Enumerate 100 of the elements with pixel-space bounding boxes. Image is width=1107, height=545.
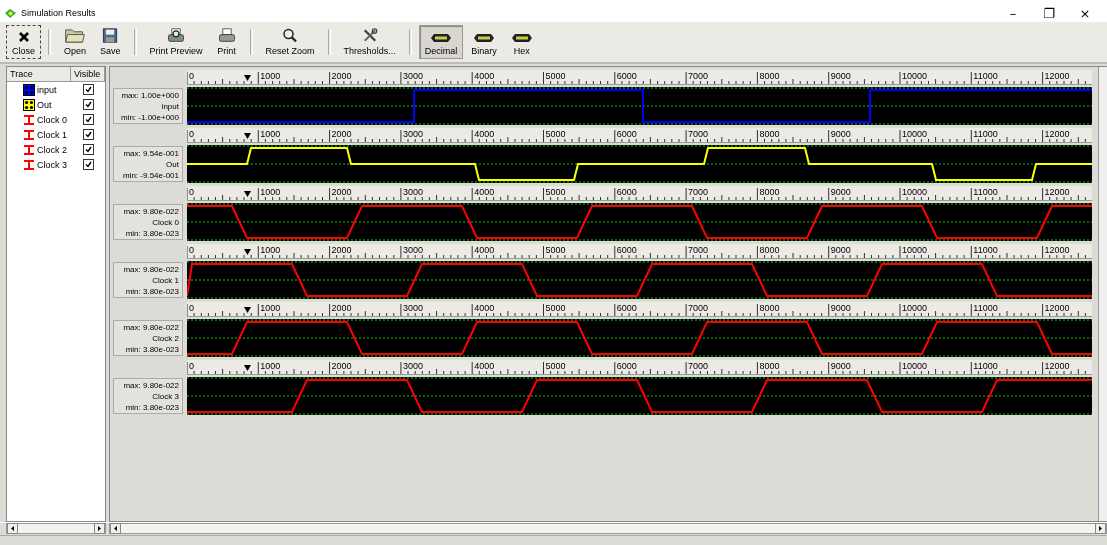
- ruler-label: 4000: [473, 129, 495, 139]
- column-header[interactable]: Trace: [7, 67, 71, 82]
- close-button[interactable]: ×: [1069, 5, 1101, 21]
- toolbar-button[interactable]: Reset Zoom: [259, 25, 321, 59]
- toolbar-button[interactable]: Binary: [465, 25, 503, 59]
- ruler-label: 6000: [615, 303, 637, 313]
- trace-name[interactable]: Clock 2: [37, 144, 67, 155]
- ruler-label: 10000: [901, 187, 928, 197]
- ruler-label: 2000: [330, 303, 352, 313]
- ruler-label: 2000: [330, 187, 352, 197]
- ruler-label: 5000: [544, 71, 566, 81]
- ruler-label: 0: [188, 303, 194, 313]
- ruler-label: 8000: [758, 361, 780, 371]
- scroll-left-icon[interactable]: [110, 523, 121, 534]
- toolbar-button[interactable]: Hex: [504, 25, 539, 59]
- max-value: max: 9.80e-022: [123, 205, 179, 217]
- min-value: min: 3.80e-023: [125, 285, 179, 297]
- visible-checkbox[interactable]: [82, 99, 94, 110]
- visible-checkbox[interactable]: [82, 114, 94, 125]
- ruler-label: 10000: [901, 245, 928, 255]
- ruler-label: 9000: [829, 71, 851, 81]
- ruler-label: 4000: [473, 361, 495, 371]
- ruler-label: 7000: [687, 71, 709, 81]
- ruler-label: 12000: [1043, 129, 1070, 139]
- chip-icon: [510, 33, 533, 43]
- column-header[interactable]: Visible: [71, 67, 105, 82]
- ruler-label: 12000: [1043, 303, 1070, 313]
- ruler-label: 4000: [473, 303, 495, 313]
- visible-checkbox[interactable]: [82, 129, 94, 140]
- ruler-label: 5000: [544, 303, 566, 313]
- ruler-label: 3000: [401, 245, 423, 255]
- ruler-label: 10000: [901, 129, 928, 139]
- ruler-label: 3000: [401, 187, 423, 197]
- ruler-label: 5000: [544, 361, 566, 371]
- ruler-label: 8000: [758, 187, 780, 197]
- ruler-label: 5000: [544, 187, 566, 197]
- ruler-label: 6000: [615, 71, 637, 81]
- ruler-label: 9000: [829, 303, 851, 313]
- minimize-button[interactable]: –: [997, 5, 1029, 21]
- ruler-label: 9000: [829, 129, 851, 139]
- trace-name[interactable]: input: [37, 84, 57, 95]
- marker-icon[interactable]: [244, 75, 251, 81]
- ruler-label: 3000: [401, 303, 423, 313]
- marker-icon[interactable]: [244, 365, 251, 371]
- visible-checkbox[interactable]: [82, 159, 94, 170]
- scroll-right-icon[interactable]: [1095, 523, 1106, 534]
- ruler-label: 7000: [687, 303, 709, 313]
- ruler-label: 0: [188, 245, 194, 255]
- scroll-left-icon[interactable]: [7, 523, 18, 534]
- marker-icon[interactable]: [244, 133, 251, 139]
- ruler-label: 11000: [972, 245, 998, 255]
- restore-button[interactable]: ❐: [1033, 5, 1065, 21]
- visible-checkbox[interactable]: [82, 144, 94, 155]
- ruler-label: 2000: [330, 129, 352, 139]
- trace-name: Out: [166, 158, 179, 170]
- ruler-label: 11000: [972, 71, 998, 81]
- ruler-label: 0: [188, 187, 194, 197]
- toolbar-button[interactable]: Print: [210, 25, 243, 59]
- toolbar-button[interactable]: Decimal: [418, 25, 464, 59]
- ruler-label: 10000: [901, 71, 928, 81]
- app-icon: [4, 7, 17, 19]
- printer-icon: [216, 28, 237, 43]
- toolbar-button[interactable]: Open: [58, 25, 93, 59]
- scroll-right-icon[interactable]: [94, 523, 105, 534]
- ruler-label: 6000: [615, 129, 637, 139]
- window-title: Simulation Results: [21, 8, 97, 18]
- trace-name: input: [161, 100, 179, 112]
- ruler-label: 6000: [615, 245, 637, 255]
- marker-icon[interactable]: [244, 307, 251, 313]
- ruler-label: 2000: [330, 71, 352, 81]
- ruler-label: 4000: [473, 187, 495, 197]
- ruler-label: 11000: [972, 361, 998, 371]
- toolbar-button[interactable]: Save: [94, 25, 127, 59]
- toolbar-button[interactable]: Thresholds...: [337, 25, 402, 59]
- ruler-label: 10000: [901, 303, 928, 313]
- trace-name[interactable]: Clock 0: [37, 114, 67, 125]
- ruler-label: 2000: [330, 245, 352, 255]
- min-value: min: 3.80e-023: [125, 343, 179, 355]
- max-value: max: 9.80e-022: [123, 321, 179, 333]
- ruler-label: 10000: [901, 361, 928, 371]
- ruler-label: 8000: [758, 303, 780, 313]
- max-value: max: 1.00e+000: [121, 89, 179, 101]
- trace-name[interactable]: Clock 1: [37, 129, 67, 140]
- trace-name[interactable]: Clock 3: [37, 159, 67, 170]
- floppy-icon: [101, 28, 120, 43]
- visible-checkbox[interactable]: [82, 84, 94, 95]
- folder-icon: [64, 28, 87, 43]
- chip-icon: [429, 33, 452, 43]
- trace-name[interactable]: Out: [37, 99, 52, 110]
- marker-icon[interactable]: [244, 191, 251, 197]
- ruler-label: 12000: [1043, 361, 1070, 371]
- ruler-label: 9000: [829, 187, 851, 197]
- toolbar-button[interactable]: Print Preview: [143, 25, 209, 59]
- marker-icon[interactable]: [244, 249, 251, 255]
- min-value: min: -9.54e-001: [122, 169, 179, 181]
- ruler-label: 3000: [401, 361, 423, 371]
- ruler-label: 12000: [1043, 187, 1070, 197]
- ruler-label: 0: [188, 129, 194, 139]
- toolbar-button[interactable]: Close: [6, 25, 41, 59]
- ruler-label: 7000: [687, 245, 709, 255]
